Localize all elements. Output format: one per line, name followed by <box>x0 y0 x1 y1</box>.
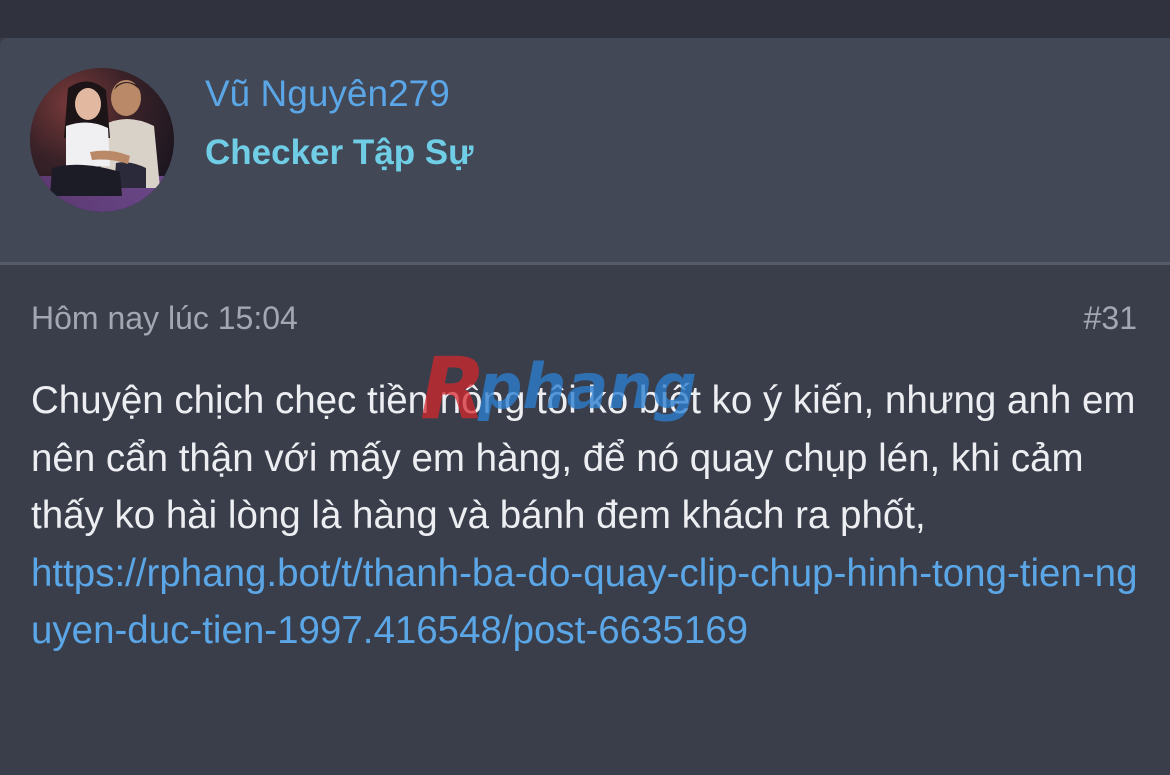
post-number[interactable]: #31 <box>1084 300 1137 337</box>
avatar-photo-icon <box>30 68 174 212</box>
username[interactable]: Vũ Nguyên279 <box>205 73 450 115</box>
top-strip <box>0 0 1170 38</box>
post-timestamp[interactable]: Hôm nay lúc 15:04 <box>31 300 298 337</box>
post-text: Chuyện chịch chẹc tiền nông tôi ko biết … <box>31 379 1136 537</box>
post-link[interactable]: https://rphang.bot/t/thanh-ba-do-quay-cl… <box>31 545 1141 660</box>
post-content: Chuyện chịch chẹc tiền nông tôi ko biết … <box>31 372 1141 660</box>
avatar[interactable] <box>30 68 174 212</box>
user-header <box>0 38 1170 262</box>
user-title: Checker Tập Sự <box>205 133 474 172</box>
